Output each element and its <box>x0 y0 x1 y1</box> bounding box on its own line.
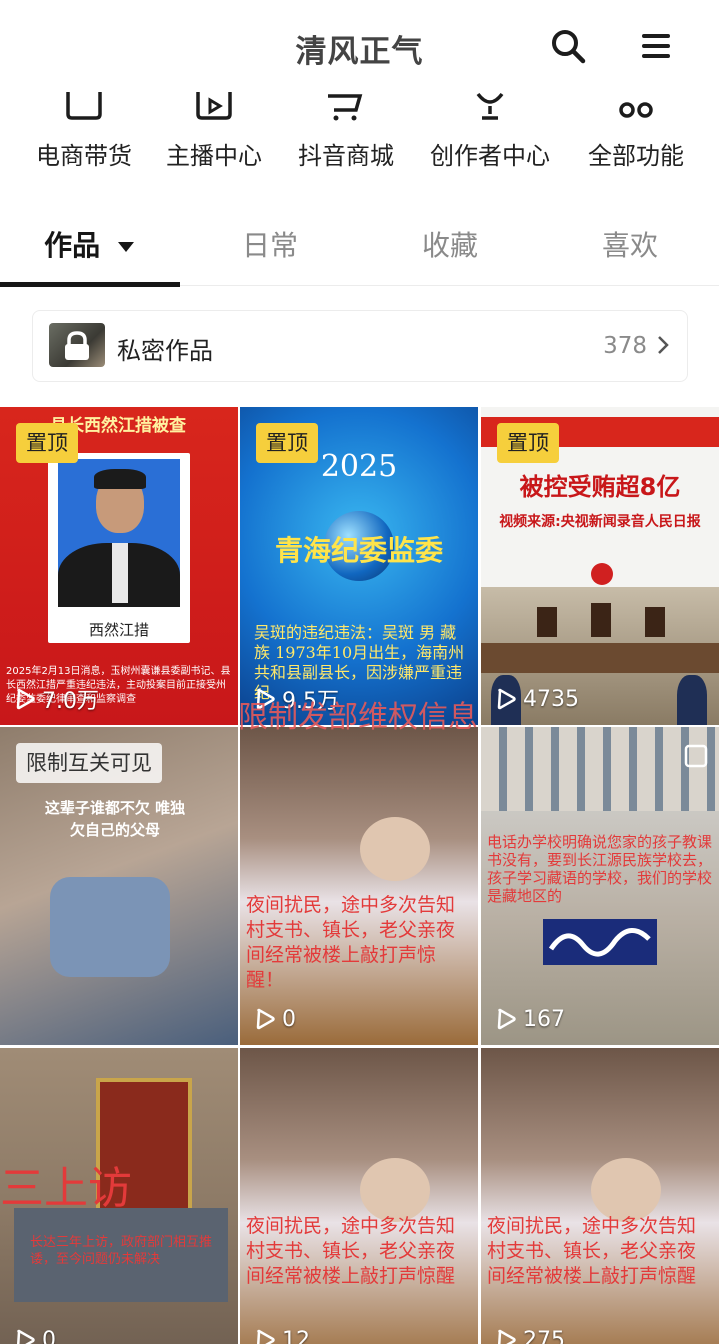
feature-all[interactable]: 全部功能 <box>580 90 692 180</box>
watermark-text: 限制发部维权信息 <box>238 700 478 735</box>
play-count: 0 <box>254 1003 296 1035</box>
snake-graphic <box>543 919 657 965</box>
search-icon <box>552 30 586 64</box>
portrait-name: 西然江措 <box>88 621 149 639</box>
video-cover-headline: 青海纪委监委 <box>274 534 443 567</box>
tab-label: 喜欢 <box>601 229 658 262</box>
menu-button[interactable] <box>636 26 676 66</box>
video-card-0[interactable]: 县长西然江措被查 西然江措 2025年2月13日消息，玉树州囊谦县委副书记、县长… <box>0 407 238 725</box>
top-bar: 清风正气 <box>0 0 719 96</box>
play-icon <box>497 1329 516 1344</box>
lock-icon <box>65 331 89 360</box>
play-icon <box>497 1008 516 1030</box>
play-count-value: 0 <box>282 1006 296 1032</box>
play-icon <box>256 1329 275 1344</box>
active-tab-indicator <box>0 282 180 287</box>
play-count-value: 12 <box>282 1327 310 1344</box>
video-card-1[interactable]: 2025 青海纪委监委 吴斑的违纪违法：吴斑 男 藏族 1973年10月出生，海… <box>240 407 478 725</box>
pinned-badge: 置顶 <box>256 423 318 463</box>
feature-label: 创作者中心 <box>430 142 550 170</box>
person-graphic <box>360 817 430 881</box>
visibility-badge: 限制互关可见 <box>16 743 162 783</box>
page-title: 清风正气 <box>295 34 424 70</box>
feature-creator[interactable]: 创作者中心 <box>422 90 558 180</box>
pinned-badge: 置顶 <box>16 423 78 463</box>
content-tabs: 作品 日常 收藏 喜欢 <box>0 206 719 287</box>
play-count: 4735 <box>495 683 579 715</box>
feature-ecommerce[interactable]: 电商带货 <box>28 90 140 180</box>
play-count-value: 7.0万 <box>42 689 99 714</box>
video-card-5[interactable]: 电话办学校明确说您家的孩子教课书没有，要到长江源民族学校去，孩子学习藏语的学校，… <box>481 727 719 1045</box>
hamburger-icon <box>642 34 670 58</box>
video-card-7[interactable]: 夜间扰民，途中多次告知村支书、镇长，老父亲夜间经常被楼上敲打声惊醒 12 <box>240 1048 478 1344</box>
feature-mall[interactable]: 抖音商城 <box>290 90 402 180</box>
person-graphic <box>50 877 170 977</box>
play-icon <box>256 1008 275 1030</box>
pinned-badge: 置顶 <box>497 423 559 463</box>
tab-label: 作品 <box>44 229 101 262</box>
private-works-label: 私密作品 <box>117 337 213 365</box>
video-cover-subtitle: 视频来源:央视新闻录音人民日报 <box>499 514 701 530</box>
feature-streamer[interactable]: 主播中心 <box>158 90 270 180</box>
play-count-value: 275 <box>523 1327 565 1344</box>
play-count: 0 <box>14 1324 56 1344</box>
video-cover-headline: 三上访 <box>0 1163 132 1214</box>
tab-label: 收藏 <box>421 229 478 262</box>
tab-favorites[interactable]: 收藏 <box>360 224 540 264</box>
video-cover-body: 电话办学校明确说您家的孩子教课书没有，要到长江源民族学校去，孩子学习藏语的学校，… <box>487 833 713 905</box>
video-cover-body: 夜间扰民，途中多次告知村支书、镇长，老父亲夜间经常被楼上敲打声惊醒 <box>246 1215 456 1287</box>
private-works-entry[interactable]: 私密作品 378 <box>32 310 688 382</box>
play-count: 7.0万 <box>14 683 99 715</box>
tab-label: 日常 <box>241 229 298 262</box>
caret-down-icon <box>117 242 134 252</box>
video-card-4[interactable]: 夜间扰民，途中多次告知村支书、镇长，老父亲夜间经常被楼上敲打声惊醒！ 0 <box>240 727 478 1045</box>
play-count-value: 0 <box>42 1327 56 1344</box>
emblem-graphic <box>591 563 613 585</box>
video-cover-body: 夜间扰民，途中多次告知村支书、镇长，老父亲夜间经常被楼上敲打声惊醒！ <box>246 894 456 991</box>
tab-likes[interactable]: 喜欢 <box>540 224 719 264</box>
private-works-thumbnail <box>49 323 105 367</box>
play-count-value: 4735 <box>523 686 579 712</box>
play-count: 12 <box>254 1324 310 1344</box>
play-count: 275 <box>495 1324 565 1344</box>
video-cover-body: 长达三年上访，政府部门相互推诿，至今问题仍未解决 <box>30 1235 213 1267</box>
video-card-8[interactable]: 夜间扰民，途中多次告知村支书、镇长，老父亲夜间经常被楼上敲打声惊醒 275 <box>481 1048 719 1344</box>
play-icon <box>16 688 35 710</box>
video-cover-body: 这辈子谁都不欠 唯独欠自己的父母 <box>44 799 186 839</box>
tab-daily[interactable]: 日常 <box>180 224 360 264</box>
multi-image-icon <box>684 744 708 768</box>
feature-label: 电商带货 <box>36 142 132 170</box>
video-cover-body: 夜间扰民，途中多次告知村支书、镇长，老父亲夜间经常被楼上敲打声惊醒 <box>487 1215 697 1287</box>
feature-label: 抖音商城 <box>298 142 394 170</box>
chevron-right-icon <box>658 336 669 354</box>
portrait-photo: 西然江措 <box>48 453 190 643</box>
search-button[interactable] <box>548 26 588 66</box>
feature-shortcuts: 电商带货 主播中心 抖音商城 创作者中心 全部功能 <box>0 90 719 180</box>
video-card-3[interactable]: 这辈子谁都不欠 唯独欠自己的父母 限制互关可见 <box>0 727 238 1045</box>
building-graphic <box>481 727 719 811</box>
bulb-icon <box>476 92 504 120</box>
private-works-count: 378 <box>603 333 647 359</box>
video-card-2[interactable]: 被控受贿超8亿 视频来源:央视新闻录音人民日报 置顶 4735 <box>481 407 719 725</box>
play-count-value: 167 <box>523 1006 565 1032</box>
feature-label: 全部功能 <box>588 142 684 170</box>
play-icon <box>497 688 516 710</box>
video-card-6[interactable]: 三上访 长达三年上访，政府部门相互推诿，至今问题仍未解决 0 <box>0 1048 238 1344</box>
person-graphic <box>591 1158 661 1222</box>
tab-works[interactable]: 作品 <box>0 224 180 264</box>
cart-icon <box>328 94 363 121</box>
play-count: 167 <box>495 1003 565 1035</box>
snake-icon <box>548 928 651 957</box>
person-graphic <box>360 1158 430 1222</box>
video-icon <box>196 92 232 120</box>
feature-label: 主播中心 <box>166 142 262 170</box>
video-cover-headline: 被控受贿超8亿 <box>519 473 681 501</box>
play-icon <box>16 1329 35 1344</box>
grid-icon <box>619 102 653 118</box>
bag-icon <box>66 92 102 120</box>
